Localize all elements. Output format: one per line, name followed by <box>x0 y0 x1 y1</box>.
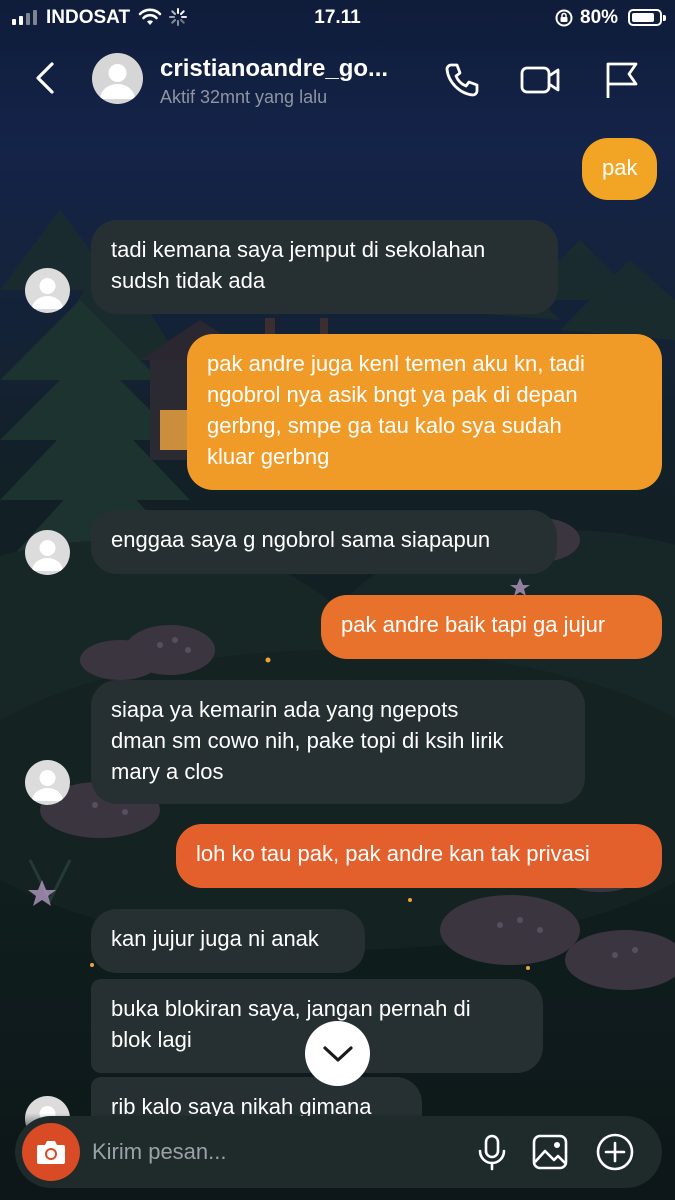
default-user-icon <box>32 278 63 309</box>
image-icon <box>532 1134 568 1170</box>
video-call-button[interactable] <box>518 58 562 102</box>
default-user-icon <box>100 64 135 99</box>
outgoing-message-bubble[interactable]: pak <box>582 138 658 200</box>
chevron-left-icon <box>36 62 54 94</box>
message-composer <box>15 1116 662 1188</box>
message-line: mary a clos <box>111 759 224 784</box>
scroll-to-bottom-button[interactable] <box>305 1021 370 1086</box>
message-input[interactable] <box>92 1136 462 1168</box>
voice-call-button[interactable] <box>440 58 484 102</box>
message-line: loh ko tau pak, pak andre kan tak privas… <box>196 841 590 866</box>
message-line: tadi kemana saya jemput di sekolahan <box>111 237 486 262</box>
gallery-button[interactable] <box>530 1132 570 1172</box>
outgoing-message-bubble[interactable]: pak andre baik tapi ga jujur <box>321 595 662 659</box>
sender-avatar[interactable] <box>25 530 70 575</box>
camera-button[interactable] <box>22 1123 80 1181</box>
sender-avatar[interactable] <box>25 760 70 805</box>
profile-avatar[interactable] <box>92 53 143 104</box>
default-user-icon <box>32 770 63 801</box>
chevron-down-icon <box>322 1045 353 1062</box>
incoming-message-bubble[interactable]: tadi kemana saya jemput di sekolahan sud… <box>91 220 558 314</box>
camera-icon <box>37 1141 65 1164</box>
active-status: Aktif 32mnt yang lalu <box>160 87 328 107</box>
rotation-lock-icon <box>554 8 574 34</box>
incoming-message-bubble[interactable]: siapa ya kemarin ada yang ngepots dman s… <box>91 680 585 804</box>
battery-icon <box>628 9 666 26</box>
microphone-icon <box>478 1134 506 1171</box>
more-options-button[interactable] <box>595 1132 635 1172</box>
message-line: pak <box>602 155 638 180</box>
composer-area <box>0 1113 675 1200</box>
message-line: sudsh tidak ada <box>111 268 266 293</box>
message-line: pak andre baik tapi ga jujur <box>341 612 606 637</box>
message-line: ngobrol nya asik bngt ya pak di depan <box>207 382 578 407</box>
message-line: enggaa saya g ngobrol sama siapapun <box>111 527 491 552</box>
battery-level-fill <box>632 13 654 22</box>
status-bar: INDOSAT 17.11 80% <box>0 0 675 36</box>
outgoing-message-bubble[interactable]: pak andre juga kenl temen aku kn, tadi n… <box>187 334 662 490</box>
voice-message-button[interactable] <box>472 1132 512 1172</box>
incoming-message-bubble[interactable]: kan jujur juga ni anak <box>91 909 365 973</box>
back-button[interactable] <box>28 58 64 98</box>
incoming-message-bubble[interactable]: enggaa saya g ngobrol sama siapapun <box>91 510 557 574</box>
message-line: kan jujur juga ni anak <box>111 926 319 951</box>
message-line: gerbng, smpe ga tau kalo sya sudah <box>207 413 562 438</box>
message-line: kluar gerbng <box>207 444 330 469</box>
default-user-icon <box>32 540 63 571</box>
video-camera-icon <box>520 66 560 94</box>
report-flag-button[interactable] <box>600 58 644 102</box>
phone-icon <box>445 63 479 97</box>
chat-username[interactable]: cristianoandre_go... <box>160 55 388 83</box>
battery-percentage: 80% <box>580 7 619 28</box>
plus-circle-icon <box>596 1133 634 1171</box>
message-line: dman sm cowo nih, pake topi di ksih liri… <box>111 728 504 753</box>
outgoing-message-bubble[interactable]: loh ko tau pak, pak andre kan tak privas… <box>176 824 662 888</box>
flag-icon <box>606 62 638 98</box>
chat-header: cristianoandre_go... Aktif 32mnt yang la… <box>0 40 675 120</box>
message-line: siapa ya kemarin ada yang ngepots <box>111 697 459 722</box>
message-line: pak andre juga kenl temen aku kn, tadi <box>207 351 585 376</box>
message-line: buka blokiran saya, jangan pernah di <box>111 996 471 1021</box>
sender-avatar[interactable] <box>25 268 70 313</box>
